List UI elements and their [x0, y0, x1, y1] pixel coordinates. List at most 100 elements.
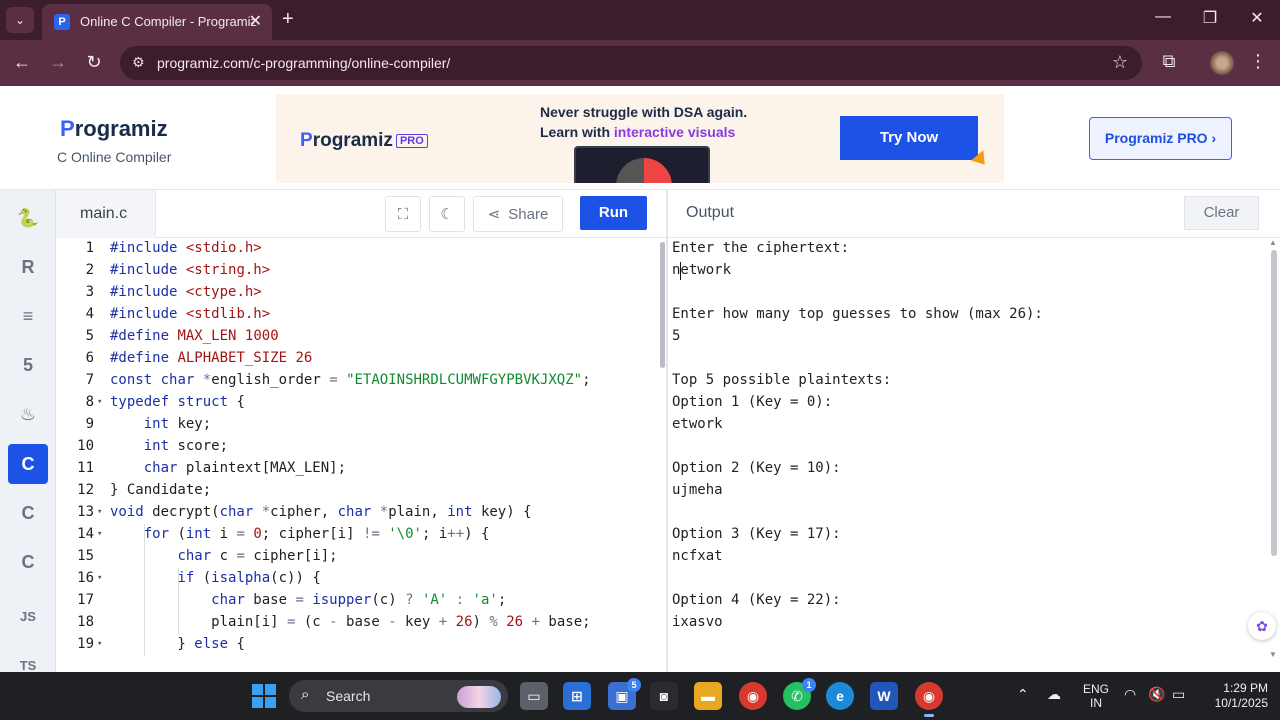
browser-menu-icon[interactable]: ⋮	[1246, 51, 1270, 72]
code-line[interactable]: 10 int score;	[56, 435, 660, 457]
sidebar-r-icon[interactable]: R	[8, 247, 48, 287]
line-number: 7	[85, 372, 94, 388]
run-button[interactable]: Run	[580, 196, 647, 230]
volume-muted-icon[interactable]: 🔇	[1148, 686, 1165, 703]
reload-button[interactable]: ↻	[82, 52, 106, 73]
taskbar-search[interactable]: ⌕ Search	[289, 680, 508, 712]
microsoft-store-icon[interactable]: ⊞	[563, 682, 591, 710]
moon-icon: ☾	[440, 206, 454, 223]
profile-avatar[interactable]	[1210, 51, 1234, 75]
ad-try-now-button[interactable]: Try Now	[840, 116, 978, 160]
language-indicator[interactable]: ENG IN	[1083, 682, 1109, 710]
browser-tab-bar: ⌄ P Online C Compiler - Programiz ✕ + — …	[0, 0, 1280, 40]
new-tab-button[interactable]: +	[282, 8, 294, 31]
sidebar-html-icon[interactable]: 5	[8, 345, 48, 385]
minimize-button[interactable]: —	[1148, 8, 1178, 26]
restore-button[interactable]: ❐	[1195, 8, 1225, 28]
code-line[interactable]: 9 int key;	[56, 413, 660, 435]
code-line[interactable]: 1 #include <stdio.h>	[56, 238, 660, 259]
output-scrollbar[interactable]	[1271, 250, 1277, 556]
line-number: 2	[85, 262, 94, 278]
sidebar-c-icon[interactable]: C	[8, 444, 48, 484]
back-button[interactable]: ←	[10, 52, 34, 73]
fold-toggle-icon[interactable]: ▾	[97, 501, 102, 523]
mouse-app-icon[interactable]: ◙	[650, 682, 678, 710]
ad-logo-text: rogramiz	[312, 130, 393, 151]
clock[interactable]: 1:29 PM 10/1/2025	[1198, 681, 1268, 711]
whatsapp-icon[interactable]: ✆ 1	[783, 678, 816, 710]
indent-guide	[144, 524, 145, 656]
edge-icon[interactable]: e	[826, 682, 854, 710]
fullscreen-button[interactable]: ⛶	[385, 196, 421, 232]
url-text[interactable]: programiz.com/c-programming/online-compi…	[157, 55, 450, 71]
tab-close-icon[interactable]: ✕	[249, 11, 262, 31]
fold-toggle-icon[interactable]: ▾	[97, 633, 102, 655]
browser-tab[interactable]: P Online C Compiler - Programiz ✕	[42, 4, 272, 40]
share-icon: ⋖	[487, 206, 501, 223]
bookmark-star-icon[interactable]: ☆	[1112, 52, 1128, 73]
site-info-icon[interactable]: ⚙	[132, 54, 145, 71]
code-line[interactable]: 7 const char *english_order = "ETAOINSHRD…	[56, 369, 660, 391]
code-line[interactable]: 2 #include <string.h>	[56, 259, 660, 281]
chrome-icon[interactable]: ◉	[739, 682, 767, 710]
code-line[interactable]: 13 ▾ void decrypt(char *cipher, char *plai…	[56, 501, 660, 523]
word-icon[interactable]: W	[870, 682, 898, 710]
sidebar-java-icon[interactable]: ♨	[8, 394, 48, 434]
code-line[interactable]: 15 char c = cipher[i];	[56, 545, 660, 567]
ad-banner[interactable]: Programiz PRO Never struggle with DSA aga…	[276, 94, 1004, 183]
file-tab[interactable]: main.c	[56, 190, 156, 238]
code-text: int score;	[143, 438, 229, 454]
text-caret	[680, 262, 681, 280]
clock-date: 10/1/2025	[1214, 696, 1268, 710]
code-line[interactable]: 4 #include <stdlib.h>	[56, 303, 660, 325]
editor-scrollbar[interactable]	[660, 242, 665, 368]
show-hidden-icons-icon[interactable]: ⌃	[1017, 686, 1029, 703]
onedrive-icon[interactable]: ☁	[1047, 686, 1061, 703]
sidebar-cpp-icon[interactable]: C	[8, 493, 48, 533]
sidebar-sql-icon[interactable]: ≡	[8, 296, 48, 336]
window-close-button[interactable]: ✕	[1242, 8, 1272, 28]
output-scroll-down-icon[interactable]: ▼	[1269, 650, 1277, 659]
code-line[interactable]: 12} Candidate;	[56, 479, 660, 501]
tab-search-button[interactable]: ⌄	[6, 7, 34, 33]
code-line[interactable]: 14 ▾ for (int i = 0; cipher[i] != '\0'; i…	[56, 523, 660, 545]
code-line[interactable]: 8 ▾ typedef struct {	[56, 391, 660, 413]
file-explorer-icon[interactable]: ▬	[694, 682, 722, 710]
output-console[interactable]: Enter the ciphertext: network Enter how ma…	[668, 238, 1268, 672]
teams-icon[interactable]: ▣ 5	[608, 678, 641, 710]
start-button[interactable]	[252, 684, 276, 708]
clear-button[interactable]: Clear	[1184, 196, 1259, 230]
code-editor[interactable]: 1 #include <stdio.h> 2 #include <string.h> 3…	[56, 238, 660, 672]
fold-toggle-icon[interactable]: ▾	[97, 523, 102, 545]
code-line[interactable]: 6 #define ALPHABET_SIZE 26	[56, 347, 660, 369]
extensions-icon[interactable]: ⧉	[1157, 51, 1181, 72]
share-button[interactable]: ⋖ Share	[473, 196, 563, 232]
task-view-icon[interactable]: ▭	[520, 682, 548, 710]
code-line[interactable]: 17 char base = isupper(c) ? 'A' : 'a';	[56, 589, 660, 611]
programiz-favicon-icon: P	[54, 14, 70, 30]
output-line: Option 4 (Key = 22):	[672, 592, 841, 608]
code-line[interactable]: 18 plain[i] = (c - base - key + 26) % 26…	[56, 611, 660, 633]
fold-toggle-icon[interactable]: ▾	[97, 567, 102, 589]
sidebar-js-icon[interactable]: JS	[8, 596, 48, 636]
copilot-icon[interactable]: ✿	[1248, 612, 1276, 640]
fold-toggle-icon[interactable]: ▾	[97, 391, 102, 413]
sidebar-python-icon[interactable]: 🐍	[8, 198, 48, 238]
code-line[interactable]: 11 char plaintext[MAX_LEN];	[56, 457, 660, 479]
battery-icon[interactable]: ▭	[1172, 686, 1185, 703]
dark-mode-button[interactable]: ☾	[429, 196, 465, 232]
code-text: typedef struct {	[110, 394, 245, 410]
forward-button[interactable]: →	[46, 52, 70, 73]
address-bar[interactable]: ⚙ programiz.com/c-programming/online-com…	[120, 46, 1142, 80]
programiz-logo[interactable]: Programiz	[60, 116, 168, 142]
wifi-icon[interactable]: ◠	[1124, 686, 1136, 703]
output-scroll-up-icon[interactable]: ▲	[1269, 238, 1277, 247]
sidebar-csharp-icon[interactable]: C	[8, 542, 48, 582]
code-line[interactable]: 3 #include <ctype.h>	[56, 281, 660, 303]
code-line[interactable]: 5 #define MAX_LEN 1000	[56, 325, 660, 347]
code-line[interactable]: 16 ▾ if (isalpha(c)) {	[56, 567, 660, 589]
chrome-profile-icon[interactable]: ◉	[915, 682, 943, 717]
code-line[interactable]: 19 ▾ } else {	[56, 633, 660, 655]
programiz-pro-button[interactable]: Programiz PRO ›	[1089, 117, 1232, 160]
line-number: 12	[77, 482, 94, 498]
